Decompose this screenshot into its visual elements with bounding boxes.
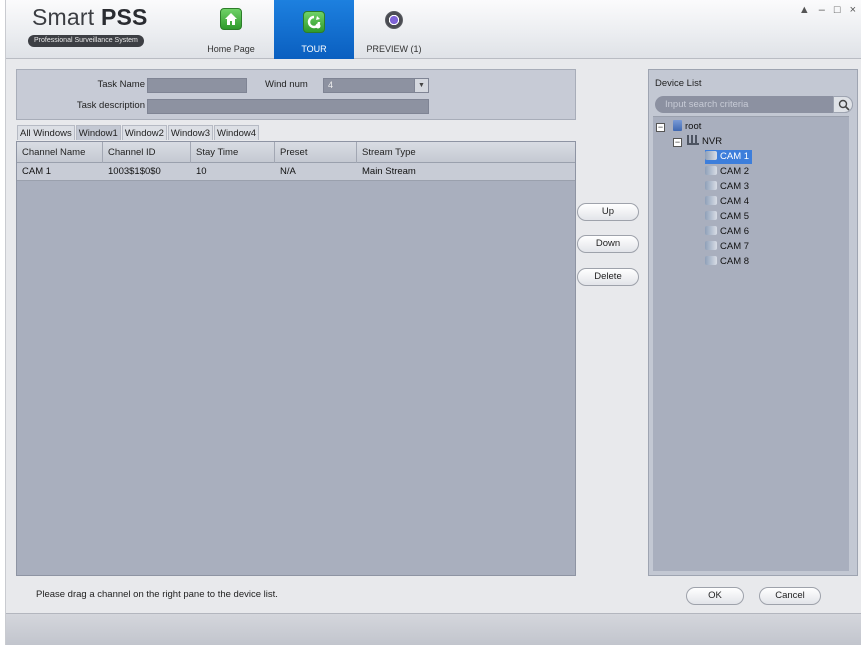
tree-node-nvr[interactable]: NVR xyxy=(687,135,722,149)
ok-button[interactable]: OK xyxy=(686,587,744,605)
task-name-label: Task Name xyxy=(97,79,145,90)
tree-node-cam-3[interactable]: CAM 3 xyxy=(705,180,749,194)
table-row[interactable]: CAM 1 1003$1$0$0 10 N/A Main Stream xyxy=(17,163,575,181)
nav-tour[interactable]: TOUR xyxy=(274,0,354,59)
task-description-input[interactable] xyxy=(147,99,429,114)
footer-bar xyxy=(6,613,861,645)
down-button[interactable]: Down xyxy=(577,235,639,253)
tab-window2[interactable]: Window2 xyxy=(121,125,167,140)
column-header[interactable]: Stay Time xyxy=(191,142,275,163)
minimize-icon[interactable]: – xyxy=(819,4,825,18)
tree-node-label: CAM 3 xyxy=(720,181,750,192)
device-list-title: Device List xyxy=(655,78,702,89)
app-logo-subtitle: Professional Surveillance System xyxy=(28,35,144,47)
tab-all-windows[interactable]: All Windows xyxy=(17,125,75,140)
tree-node-cam-8[interactable]: CAM 8 xyxy=(705,255,749,269)
camera-icon xyxy=(705,225,717,235)
smart-pss-window: Smart PSS Professional Surveillance Syst… xyxy=(5,0,861,645)
maximize-icon[interactable]: □ xyxy=(834,4,841,18)
table-cell[interactable]: Main Stream xyxy=(357,163,575,181)
search-button[interactable] xyxy=(833,96,853,113)
tree-node-label: CAM 6 xyxy=(720,226,750,237)
tree-node-cam-1[interactable]: CAM 1 xyxy=(705,150,753,164)
tree-node-label: CAM 8 xyxy=(720,256,750,267)
device-tree: − root − NVR CAM 1 CAM 2 CAM 3 CAM 4 CAM… xyxy=(653,116,849,571)
table-cell: CAM 1 xyxy=(22,166,52,177)
tree-node-cam-5[interactable]: CAM 5 xyxy=(705,210,749,224)
lock-icon[interactable]: ▲ xyxy=(799,4,810,18)
logo-text: Smart xyxy=(32,4,101,30)
nav-preview[interactable]: PREVIEW (1) xyxy=(360,0,428,59)
table-cell[interactable]: N/A xyxy=(275,163,357,181)
table-cell[interactable]: 10 xyxy=(191,163,275,181)
camera-icon xyxy=(705,240,717,250)
tree-node-root[interactable]: root xyxy=(673,119,702,134)
tree-node-label: CAM 5 xyxy=(720,211,750,222)
tree-node-label: NVR xyxy=(702,136,723,147)
tree-node-label: CAM 4 xyxy=(720,196,750,207)
app-logo-title: Smart PSS xyxy=(32,4,148,31)
tree-node-cam-7[interactable]: CAM 7 xyxy=(705,240,749,254)
search-input[interactable] xyxy=(665,98,825,111)
wind-num-label: Wind num xyxy=(265,79,308,90)
nav-preview-label: PREVIEW (1) xyxy=(366,44,422,54)
tree-node-cam-6[interactable]: CAM 6 xyxy=(705,225,749,239)
camera-icon xyxy=(705,180,717,190)
wind-num-value: 4 xyxy=(328,80,334,90)
magnifier-icon xyxy=(838,99,850,111)
column-header[interactable]: Channel ID xyxy=(103,142,191,163)
hint-text: Please drag a channel on the right pane … xyxy=(36,589,278,600)
device-list-panel: Device List − root − NVR CAM 1 CAM 2 CAM… xyxy=(648,69,858,576)
window-controls: ▲ – □ × xyxy=(799,4,856,18)
chevron-down-icon[interactable]: ▼ xyxy=(414,79,428,92)
tour-icon xyxy=(303,11,325,33)
delete-button[interactable]: Delete xyxy=(577,268,639,286)
tree-node-label: root xyxy=(685,121,702,132)
tree-node-cam-4[interactable]: CAM 4 xyxy=(705,195,749,209)
wind-num-select[interactable]: 4 ▼ xyxy=(323,78,429,93)
column-header[interactable]: Channel Name xyxy=(17,142,103,163)
camera-icon xyxy=(705,255,717,265)
cancel-button[interactable]: Cancel xyxy=(759,587,821,605)
column-header[interactable]: Stream Type xyxy=(357,142,575,163)
nav-tour-label: TOUR xyxy=(301,44,327,54)
up-button[interactable]: Up xyxy=(577,203,639,221)
column-header[interactable]: Preset xyxy=(275,142,357,163)
tab-window4[interactable]: Window4 xyxy=(213,125,260,140)
tab-window1[interactable]: Window1 xyxy=(75,125,121,140)
camera-icon xyxy=(705,210,717,220)
close-icon[interactable]: × xyxy=(850,4,856,18)
window-tabs: All Windows Window1 Window2 Window3 Wind… xyxy=(17,125,260,141)
task-form-panel: Task Name Wind num 4 ▼ Task description xyxy=(16,69,576,120)
table-cell: 1003$1$0$0 xyxy=(108,166,161,177)
home-icon xyxy=(220,8,242,30)
root-icon xyxy=(673,119,682,131)
tree-node-label: CAM 2 xyxy=(720,166,750,177)
tab-window3[interactable]: Window3 xyxy=(167,125,213,140)
nav-home-label: Home Page xyxy=(207,44,255,54)
camera-lens-icon xyxy=(385,11,403,29)
channel-table: Channel Name Channel ID Stay Time Preset… xyxy=(16,141,576,576)
collapse-root-icon[interactable]: − xyxy=(656,123,665,132)
nav-home-page[interactable]: Home Page xyxy=(200,0,262,59)
table-header: Channel Name Channel ID Stay Time Preset… xyxy=(17,142,575,163)
header-bar: Smart PSS Professional Surveillance Syst… xyxy=(6,0,861,59)
task-name-input[interactable] xyxy=(147,78,247,93)
collapse-nvr-icon[interactable]: − xyxy=(673,138,682,147)
camera-icon xyxy=(705,165,717,175)
search-box xyxy=(655,96,853,113)
camera-icon xyxy=(705,195,717,205)
tree-node-cam-2[interactable]: CAM 2 xyxy=(705,165,749,179)
nvr-icon xyxy=(687,135,699,146)
camera-icon xyxy=(705,150,717,160)
task-description-label: Task description xyxy=(76,100,145,111)
logo-text-bold: PSS xyxy=(100,4,148,30)
tree-node-label: CAM 1 xyxy=(720,151,750,162)
tree-node-label: CAM 7 xyxy=(720,241,750,252)
